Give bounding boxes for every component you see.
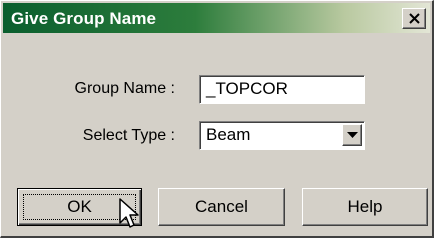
close-icon xyxy=(409,13,420,24)
mouse-pointer-icon xyxy=(119,198,139,228)
give-group-name-dialog: Give Group Name Group Name : _TOPCOR Sel… xyxy=(0,0,434,238)
select-type-value: Beam xyxy=(206,125,251,144)
group-name-input[interactable]: _TOPCOR xyxy=(199,75,365,104)
cancel-button[interactable]: Cancel xyxy=(158,188,285,226)
title-bar[interactable]: Give Group Name xyxy=(3,3,430,33)
help-label: Help xyxy=(347,197,383,216)
chevron-down-icon xyxy=(347,132,358,138)
select-type-label: Select Type : xyxy=(82,127,175,144)
dropdown-arrow-button[interactable] xyxy=(342,124,362,146)
select-type-dropdown[interactable]: Beam xyxy=(199,121,365,150)
help-button[interactable]: Help xyxy=(302,188,428,226)
cancel-label: Cancel xyxy=(195,197,248,216)
close-button[interactable] xyxy=(402,8,426,29)
group-name-label: Group Name : xyxy=(74,80,175,97)
window-title: Give Group Name xyxy=(11,9,157,28)
